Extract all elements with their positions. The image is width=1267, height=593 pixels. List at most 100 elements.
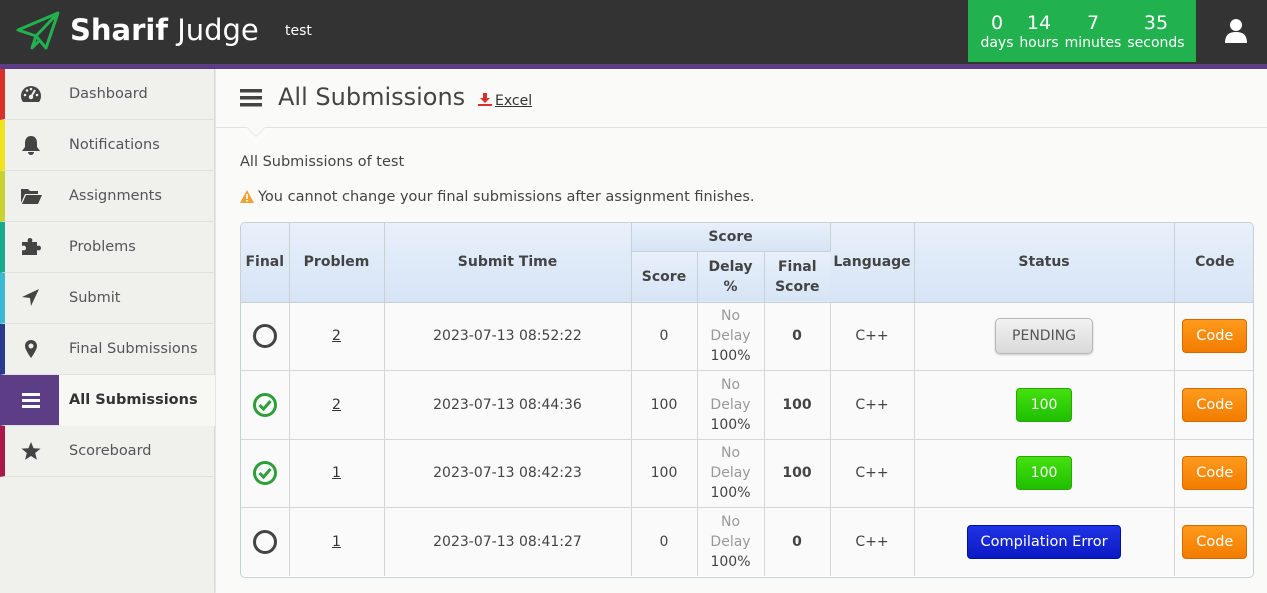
warning-icon [240,190,254,203]
problem-cell: 2 [289,302,385,371]
countdown-days: 0 days [980,12,1014,52]
language-cell: C++ [830,439,915,508]
sidebar-label-submit: Submit [69,290,121,306]
status-pending-button[interactable]: PENDING [995,318,1094,355]
problem-cell: 2 [289,370,385,440]
circle-unselected-icon[interactable] [252,323,278,349]
countdown-hours-value: 14 [1026,12,1052,34]
page-header: All Submissions Excel [216,69,1267,128]
check-circle-icon[interactable] [252,392,278,418]
sidebar-label-problems: Problems [69,239,136,255]
countdown-seconds-value: 35 [1143,12,1169,34]
score-cell: 100 [631,439,698,508]
problem-cell: 1 [289,507,385,576]
code-button[interactable]: Code [1182,456,1248,491]
delay-line2: Delay [710,396,751,413]
status-score-button[interactable]: 100 [1016,456,1073,491]
code-cell: Code [1174,507,1253,576]
check-circle-icon[interactable] [252,460,278,486]
language-cell: C++ [830,370,915,440]
delay-cell: No Delay 100% [697,507,765,576]
code-cell: Code [1174,302,1253,371]
code-button[interactable]: Code [1182,387,1248,422]
excel-download-link[interactable]: Excel [478,93,532,109]
code-cell: Code [1174,439,1253,508]
col-header-final[interactable]: Final [241,223,290,303]
delay-line1: No [720,308,741,325]
sidebar-item-assignments[interactable]: Assignments [0,171,215,222]
col-header-final-score[interactable]: Final Score [764,251,831,303]
status-error-button[interactable]: Compilation Error [967,525,1122,559]
sidebar-label-notifications: Notifications [69,137,160,153]
delay-line2: Delay [710,534,751,550]
score-cell: 0 [631,507,698,576]
bell-icon [22,136,40,155]
sidebar-item-final-submissions[interactable]: Final Submissions [0,324,215,375]
status-cell: Compilation Error [914,507,1175,576]
star-icon [21,442,41,460]
delay-header-line2: % [723,278,738,295]
map-marker-icon [25,340,37,358]
sidebar-item-all-submissions[interactable]: All Submissions [0,375,215,426]
code-cell: Code [1174,370,1253,440]
col-header-language[interactable]: Language [830,223,915,303]
header-caret-inner [247,127,265,136]
sidebar-item-notifications[interactable]: Notifications [0,120,215,171]
countdown-hours: 14 hours [1018,12,1060,52]
dashboard-icon [21,86,41,102]
circle-unselected-icon[interactable] [252,529,278,555]
delay-line1: No [720,376,741,393]
sidebar-item-scoreboard[interactable]: Scoreboard [0,426,215,477]
download-icon [478,93,492,106]
selected-assignment[interactable]: test [285,23,312,39]
col-header-score-group: Score [631,223,831,252]
sidebar-item-dashboard[interactable]: Dashboard [0,69,215,120]
main-content: All Submissions Excel All Submissions of… [216,69,1267,593]
countdown-days-label: days [980,35,1014,51]
brand-title[interactable]: Sharif Judge [70,13,259,47]
problem-link[interactable]: 2 [332,328,341,344]
status-score-button[interactable]: 100 [1016,387,1073,422]
top-navbar: Sharif Judge test 0 days 14 hours 7 minu… [0,0,1267,64]
status-cell: 100 [914,370,1175,440]
col-header-delay[interactable]: Delay% [697,251,765,303]
countdown-seconds-label: seconds [1127,35,1185,51]
sidebar-label-scoreboard: Scoreboard [69,443,152,459]
delay-line2: Delay [710,465,751,482]
sidebar-label-final-submissions: Final Submissions [69,341,198,357]
col-header-score[interactable]: Score [631,251,698,303]
status-cell: 100 [914,439,1175,508]
delay-cell: No Delay 100% [697,439,765,508]
delay-percent: 100% [710,485,751,502]
code-button[interactable]: Code [1182,319,1248,354]
problem-link[interactable]: 1 [332,465,341,481]
status-cell: PENDING [914,302,1175,371]
submit-time-cell: 2023-07-13 08:41:27 [384,507,632,576]
user-icon[interactable] [1224,18,1248,44]
score-cell: 0 [631,302,698,371]
folder-open-icon [21,189,42,204]
paper-plane-logo-icon[interactable] [16,10,60,52]
page-title: All Submissions [278,83,466,111]
countdown-minutes-value: 7 [1086,12,1100,34]
col-header-problem[interactable]: Problem [289,223,385,303]
code-button[interactable]: Code [1182,525,1248,559]
final-cell [241,370,290,440]
puzzle-icon [22,238,41,255]
countdown-seconds: 35 seconds [1126,12,1186,52]
excel-link-label: Excel [495,93,533,109]
language-cell: C++ [830,507,915,576]
warning-text: You cannot change your final submissions… [258,189,755,205]
sidebar-item-submit[interactable]: Submit [0,273,215,324]
problem-link[interactable]: 2 [332,397,341,413]
location-arrow-icon [22,289,39,306]
col-header-status[interactable]: Status [914,223,1175,303]
delay-line1: No [720,445,741,462]
delay-header-line1: Delay [708,258,753,275]
sidebar-item-problems[interactable]: Problems [0,222,215,273]
problem-link[interactable]: 1 [332,534,341,550]
brand-rest: Judge [177,13,259,47]
sidebar: Dashboard Notifications Assignments Prob… [0,69,215,593]
final-score-cell: 0 [764,507,831,576]
col-header-submit-time[interactable]: Submit Time [384,223,632,303]
